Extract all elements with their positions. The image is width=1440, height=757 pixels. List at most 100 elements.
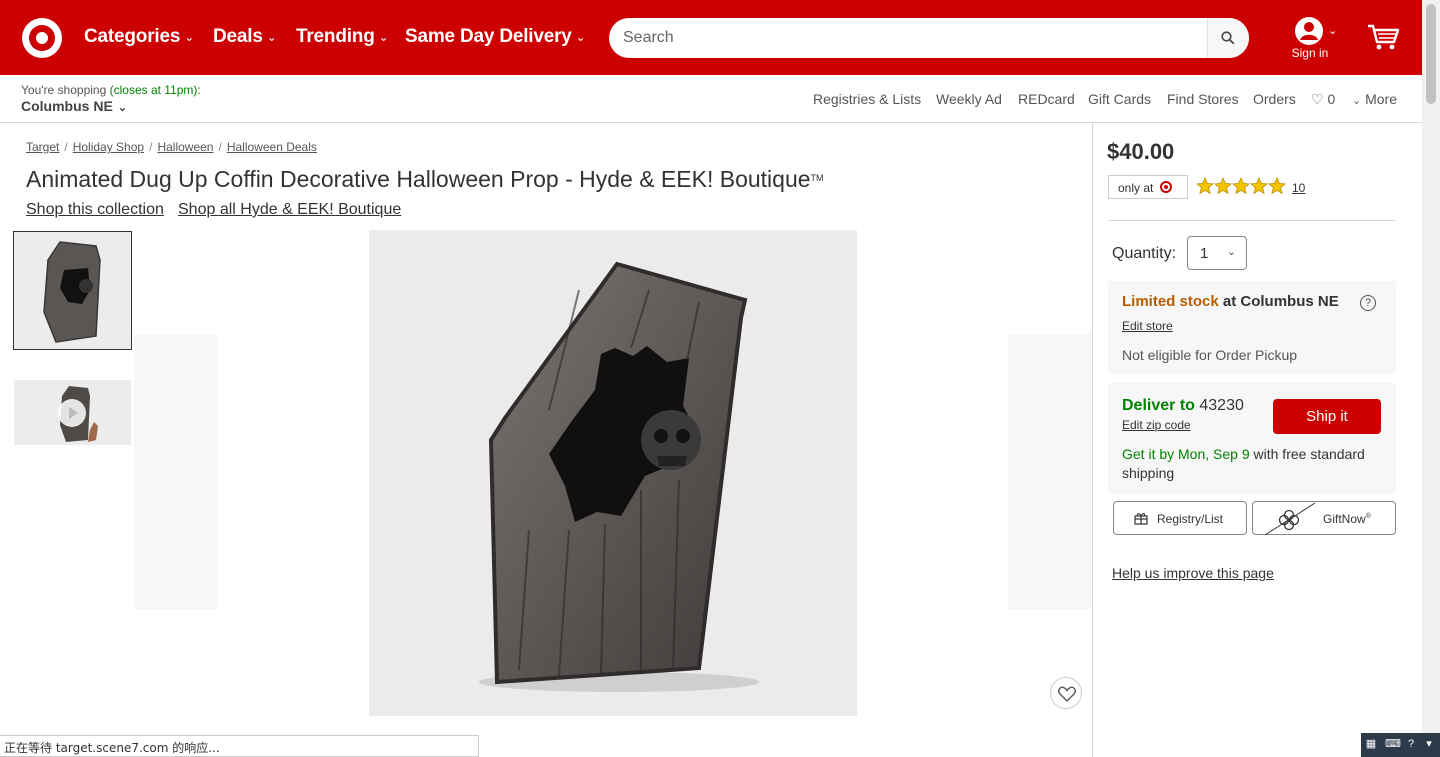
search-button[interactable]	[1207, 18, 1249, 58]
video-thumbnail[interactable]	[14, 380, 131, 445]
help-icon[interactable]: ?	[1360, 295, 1376, 311]
link-registries[interactable]: Registries & Lists	[813, 91, 921, 107]
sign-in-label: Sign in	[1291, 46, 1329, 60]
delivery-estimate: Get it by Mon, Sep 9 with free standard …	[1122, 445, 1382, 483]
heart-icon	[1058, 686, 1076, 702]
quantity-select[interactable]: 1 ⌄	[1187, 236, 1247, 270]
breadcrumb-separator: /	[149, 140, 153, 154]
breadcrumb-halloween[interactable]: Halloween	[157, 140, 213, 154]
registry-label: Registry/List	[1157, 512, 1224, 526]
chevron-down-icon: ⌄	[266, 30, 277, 44]
nav-same-day-delivery[interactable]: Same Day Delivery ⌄	[405, 26, 586, 48]
search-input[interactable]	[623, 26, 1203, 50]
favorites-count: 0	[1327, 91, 1336, 107]
shop-collection-link[interactable]: Shop this collection	[26, 201, 164, 219]
deliver-label: Deliver to	[1122, 397, 1195, 414]
breadcrumb-separator: /	[218, 140, 222, 154]
star-icon	[1250, 177, 1268, 195]
deliver-to: Deliver to 43230	[1122, 397, 1244, 415]
giftnow-text: GiftNow	[1323, 512, 1366, 526]
breadcrumb-target[interactable]: Target	[26, 140, 59, 154]
divider	[1108, 220, 1396, 221]
ship-it-button[interactable]: Ship it	[1273, 399, 1381, 434]
link-redcard[interactable]: REDcard	[1018, 91, 1075, 107]
shipping-panel: Deliver to 43230 Edit zip code Ship it G…	[1108, 383, 1396, 494]
keyboard-icon: ⌨	[1385, 738, 1401, 750]
product-main-image[interactable]	[369, 230, 857, 716]
deliver-zip: 43230	[1199, 397, 1244, 414]
coffin-thumbnail-image	[43, 241, 101, 343]
delivery-date: Get it by Mon, Sep 9	[1122, 446, 1250, 462]
giftnow-button[interactable]: GiftNow®	[1252, 501, 1396, 536]
nav-deals-label: Deals	[213, 26, 263, 47]
more-menu[interactable]: ⌄ More	[1352, 91, 1397, 107]
star-icon	[1196, 177, 1214, 195]
store-pickup-panel: Limited stock at Columbus NE ? Edit stor…	[1108, 281, 1396, 374]
cart-button[interactable]	[1366, 22, 1400, 57]
add-favorite-button[interactable]	[1050, 677, 1082, 709]
review-count-link[interactable]: 10	[1292, 181, 1305, 195]
scrollbar-thumb[interactable]	[1426, 4, 1436, 104]
heart-icon: ♡	[1311, 91, 1324, 107]
link-orders[interactable]: Orders	[1253, 91, 1296, 107]
nav-categories[interactable]: Categories ⌄	[84, 26, 194, 48]
link-find-stores[interactable]: Find Stores	[1167, 91, 1239, 107]
play-icon	[58, 399, 86, 427]
link-weekly-ad[interactable]: Weekly Ad	[936, 91, 1002, 107]
giftnow-label: GiftNow®	[1323, 512, 1371, 526]
shop-brand-link[interactable]: Shop all Hyde & EEK! Boutique	[178, 201, 401, 219]
help-circle-icon[interactable]: ?	[1405, 738, 1417, 751]
chevron-down-icon: ⌄	[378, 30, 389, 44]
stock-location: at Columbus NE	[1222, 293, 1339, 310]
account-icon	[1295, 17, 1323, 45]
nav-trending-label: Trending	[296, 26, 375, 47]
image-thumbnail-1[interactable]	[13, 231, 132, 350]
chevron-down-icon: ⌄	[1328, 25, 1338, 37]
nav-trending[interactable]: Trending ⌄	[296, 26, 389, 48]
quantity-value: 1	[1200, 245, 1209, 262]
trademark-mark: TM	[810, 173, 824, 183]
shopping-prefix: You're shopping	[21, 83, 107, 97]
edit-zip-link[interactable]: Edit zip code	[1122, 418, 1191, 432]
search-bar	[609, 18, 1249, 58]
breadcrumb: Target / Holiday Shop / Halloween / Halloween …	[26, 140, 317, 154]
page-scrollbar[interactable]	[1422, 0, 1440, 757]
search-icon	[1221, 31, 1235, 45]
registered-mark: ®	[1365, 513, 1371, 520]
system-tray: ▦ ⌨ ? ▾	[1361, 733, 1440, 757]
more-label: More	[1365, 91, 1398, 107]
stock-status: Limited stock at Columbus NE	[1122, 293, 1339, 310]
feedback-link[interactable]: Help us improve this page	[1112, 565, 1274, 581]
chevron-down-icon: ⌄	[184, 30, 195, 44]
registry-list-button[interactable]: Registry/List	[1113, 501, 1247, 535]
store-name: Columbus NE	[21, 98, 113, 114]
breadcrumb-halloween-deals[interactable]: Halloween Deals	[227, 140, 317, 154]
chevron-down-icon: ⌄	[114, 102, 128, 114]
nav-categories-label: Categories	[84, 26, 181, 47]
top-nav-bar: Categories ⌄ Deals ⌄ Trending ⌄ Same Day De…	[0, 0, 1422, 75]
breadcrumb-separator: /	[64, 140, 68, 154]
sub-header: You're shopping (closes at 11pm): Columb…	[0, 75, 1422, 123]
browser-status-bar: 正在等待 target.scene7.com 的响应...	[0, 735, 479, 757]
only-at-label: only at	[1118, 181, 1154, 195]
favorites-link[interactable]: ♡ 0	[1311, 91, 1335, 108]
link-gift-cards[interactable]: Gift Cards	[1088, 91, 1151, 107]
breadcrumb-holiday-shop[interactable]: Holiday Shop	[73, 140, 144, 154]
product-title: Animated Dug Up Coffin Decorative Hallow…	[26, 166, 824, 193]
rating-stars[interactable]	[1196, 177, 1288, 195]
edit-store-link[interactable]: Edit store	[1122, 319, 1173, 333]
column-divider	[1092, 123, 1093, 757]
tray-menu-icon[interactable]: ▾	[1423, 738, 1435, 751]
sign-in-button[interactable]: ⌄ Sign in	[1288, 16, 1340, 66]
keyboard-grid-icon: ▦	[1365, 738, 1377, 750]
shopping-store-info: You're shopping (closes at 11pm):	[21, 83, 201, 97]
carousel-ghost-right	[1008, 334, 1092, 609]
nav-same-day-delivery-label: Same Day Delivery	[405, 26, 572, 47]
pickup-eligibility: Not eligible for Order Pickup	[1122, 347, 1298, 363]
star-icon	[1232, 177, 1250, 195]
store-selector[interactable]: Columbus NE ⌄	[21, 98, 127, 114]
target-logo-icon[interactable]	[22, 18, 62, 58]
gift-icon	[1134, 513, 1148, 525]
cart-icon	[1368, 24, 1400, 50]
nav-deals[interactable]: Deals ⌄	[213, 26, 277, 48]
